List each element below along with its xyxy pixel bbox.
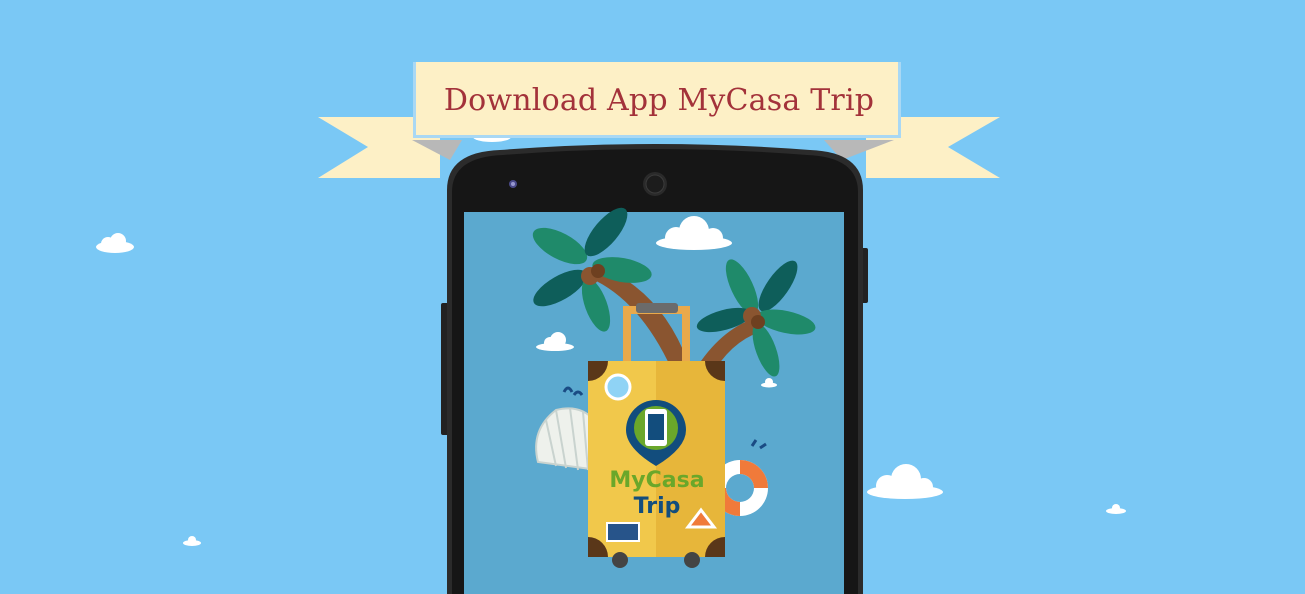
cloud-icon: [96, 233, 134, 253]
cloud-icon: [1106, 504, 1126, 514]
logo-text-mycasa: MyCasa: [609, 468, 705, 493]
banner-title: Download App MyCasa Trip: [443, 82, 875, 118]
logo-text-trip: Trip: [633, 494, 681, 519]
cloud-icon: [183, 536, 201, 546]
cloud-icon: [867, 464, 943, 499]
